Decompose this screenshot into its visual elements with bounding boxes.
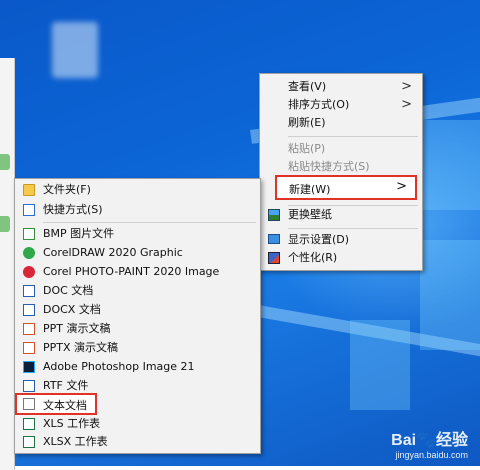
menu-item-refresh[interactable]: 刷新(E) [260,114,422,132]
submenu-item-label: XLS 工作表 [43,417,101,430]
submenu-item-folder[interactable]: 文件夹(F) [15,181,260,199]
desktop-file-icon[interactable] [52,22,98,78]
menu-separator [288,136,418,137]
submenu-item-shortcut[interactable]: 快捷方式(S) [15,201,260,219]
window-tab-marker [0,216,10,232]
submenu-item-label: 文件夹(F) [43,183,91,196]
coreldraw-icon [23,247,35,259]
wallpaper-icon [268,209,280,221]
menu-item-change-wallpaper[interactable]: 更换壁纸 [260,206,422,224]
menu-item-label: 新建(W) [289,183,331,196]
xls-file-icon [23,418,35,430]
display-icon [268,234,280,244]
submenu-item-coreldraw[interactable]: CorelDRAW 2020 Graphic [15,244,260,262]
windows-logo-pane [420,120,480,210]
doc-file-icon [23,285,35,297]
shortcut-icon [23,204,35,216]
submenu-item-doc[interactable]: DOC 文档 [15,282,260,300]
folder-icon [23,184,35,196]
submenu-item-ppt[interactable]: PPT 演示文稿 [15,320,260,338]
submenu-item-label: CorelDRAW 2020 Graphic [43,246,183,259]
submenu-item-bmp[interactable]: BMP 图片文件 [15,225,260,243]
menu-item-personalize[interactable]: 个性化(R) [260,249,422,267]
submenu-item-label: 快捷方式(S) [43,203,103,216]
photoshop-icon [23,361,35,373]
menu-item-label: 刷新(E) [288,116,326,129]
windows-logo-pane [350,320,410,410]
submenu-item-label: Corel PHOTO-PAINT 2020 Image [43,265,220,278]
docx-file-icon [23,304,35,316]
menu-item-label: 粘贴(P) [288,142,326,155]
menu-item-label: 排序方式(O) [288,98,350,111]
menu-item-label: 个性化(R) [288,251,338,264]
menu-item-label: 粘贴快捷方式(S) [288,160,370,173]
menu-separator [43,222,256,223]
windows-logo-pane [420,240,480,350]
submenu-arrow-icon: > [396,179,407,194]
corel-photopaint-icon [23,266,35,278]
xlsx-file-icon [23,436,35,448]
window-tab-marker [0,154,10,170]
menu-item-label: 显示设置(D) [288,233,350,246]
submenu-item-label: DOC 文档 [43,284,94,297]
submenu-item-pptx[interactable]: PPTX 演示文稿 [15,339,260,357]
submenu-item-text-document[interactable]: 文本文档 [15,393,97,415]
text-file-icon [23,398,35,410]
submenu-item-corel-photopaint[interactable]: Corel PHOTO-PAINT 2020 Image [15,263,260,281]
submenu-item-docx[interactable]: DOCX 文档 [15,301,260,319]
ppt-file-icon [23,323,35,335]
baidu-jingyan-watermark: Bai🐾经验 jingyan.baidu.com [391,426,468,460]
pptx-file-icon [23,342,35,354]
submenu-arrow-icon: > [401,97,412,112]
watermark-brand: Bai🐾经验 [391,432,468,449]
menu-item-display-settings[interactable]: 显示设置(D) [260,231,422,249]
menu-item-paste[interactable]: 粘贴(P) [260,140,422,158]
bmp-file-icon [23,228,35,240]
menu-separator [288,228,418,229]
menu-item-paste-shortcut[interactable]: 粘贴快捷方式(S) [260,158,422,176]
submenu-item-label: DOCX 文档 [43,303,101,316]
menu-item-label: 更换壁纸 [288,208,332,221]
submenu-item-label: PPT 演示文稿 [43,322,111,335]
desktop-context-menu: 查看(V) > 排序方式(O) > 刷新(E) 粘贴(P) 粘贴快捷方式(S) … [259,73,423,271]
personalize-icon [268,252,280,264]
submenu-item-label: Adobe Photoshop Image 21 [43,360,195,373]
background-window-edge [0,58,15,470]
submenu-arrow-icon: > [401,79,412,94]
submenu-item-label: XLSX 工作表 [43,435,108,448]
menu-item-sort-by[interactable]: 排序方式(O) > [260,96,422,114]
rtf-file-icon [23,380,35,392]
submenu-item-xls[interactable]: XLS 工作表 [15,415,260,433]
menu-item-view[interactable]: 查看(V) > [260,78,422,96]
menu-item-label: 查看(V) [288,80,327,93]
watermark-url: jingyan.baidu.com [395,450,468,460]
new-submenu: 文件夹(F) 快捷方式(S) BMP 图片文件 CorelDRAW 2020 G… [14,178,261,454]
submenu-item-label: 文本文档 [43,399,87,412]
submenu-item-label: BMP 图片文件 [43,227,115,240]
menu-item-new[interactable]: 新建(W) > [275,175,417,200]
submenu-item-xlsx[interactable]: XLSX 工作表 [15,433,260,451]
submenu-item-photoshop[interactable]: Adobe Photoshop Image 21 [15,358,260,376]
submenu-item-label: PPTX 演示文稿 [43,341,119,354]
